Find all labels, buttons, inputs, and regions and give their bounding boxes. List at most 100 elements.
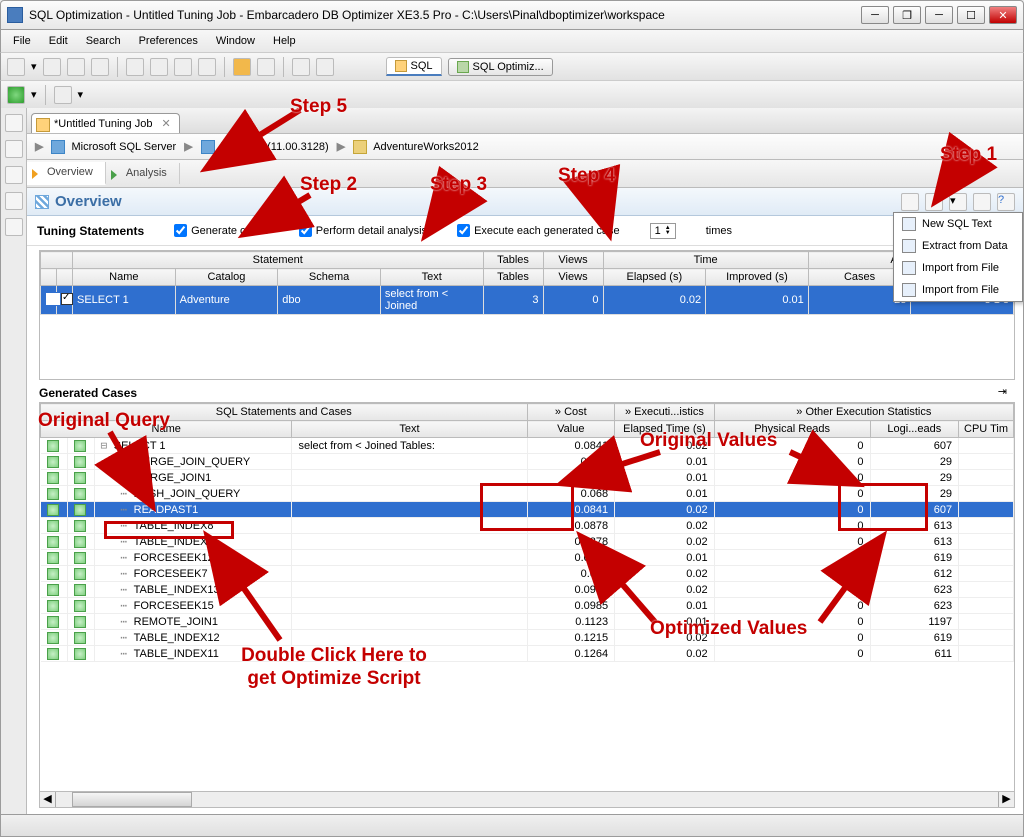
gth-elapsed[interactable]: Elapsed Time (s) [615, 421, 715, 438]
gen-row[interactable]: ⋯ HASH_JOIN_QUERY0.0680.01029 [41, 486, 1014, 502]
perspective-optimize-label: SQL Optimiz... [473, 61, 544, 73]
rail-btn-3[interactable] [5, 166, 23, 184]
th-views2[interactable]: Views [543, 269, 603, 286]
execute-case-input[interactable] [457, 224, 470, 237]
gth-name[interactable]: Name [41, 421, 292, 438]
tuning-row-1[interactable]: SELECT 1 Adventure dbo select from < Joi… [41, 286, 1014, 315]
execute-case-checkbox[interactable]: Execute each generated case [457, 224, 620, 237]
gen-row[interactable]: ⋯ MERGE_JOIN10.04510.01029 [41, 470, 1014, 486]
gth-logi[interactable]: Logi...eads [870, 421, 959, 438]
gen-row[interactable]: ⊟ SELECT 1select from < Joined Tables:0.… [41, 438, 1014, 454]
tool-h-button[interactable] [316, 58, 334, 76]
gen-row[interactable]: ⋯ READPAST10.08410.020607 [41, 502, 1014, 518]
spin-down[interactable]: ▼ [665, 231, 671, 236]
stop-button[interactable] [54, 86, 72, 104]
gth-other-exp[interactable]: » Other Execution Statistics [714, 404, 1013, 421]
gth-phys[interactable]: Physical Reads [714, 421, 870, 438]
collapse-icon[interactable]: ⇥ [998, 385, 1023, 398]
help-button[interactable]: ? [997, 193, 1015, 211]
gth-cpu[interactable]: CPU Tim [959, 421, 1014, 438]
gth-text[interactable]: Text [292, 421, 527, 438]
new-button[interactable] [7, 58, 25, 76]
minimize2-button[interactable]: ─ [925, 6, 953, 24]
tool-e-button[interactable] [233, 58, 251, 76]
menu-file[interactable]: File [5, 33, 39, 49]
gen-row[interactable]: ⋯ MERGE_JOIN_QUERY0.0440.01029 [41, 454, 1014, 470]
gen-row[interactable]: ⋯ FORCESEEK150.09850.010623 [41, 598, 1014, 614]
gth-cost-exp[interactable]: » Cost [527, 404, 615, 421]
gen-row[interactable]: ⋯ TABLE_INDEX120.12150.020619 [41, 630, 1014, 646]
rail-btn-4[interactable] [5, 192, 23, 210]
action-a-button[interactable] [901, 193, 919, 211]
th-tables[interactable]: Tables [483, 252, 543, 269]
times-spinner[interactable]: 1▲▼ [650, 223, 676, 239]
action-d-button[interactable] [973, 193, 991, 211]
rail-btn-2[interactable] [5, 140, 23, 158]
gen-row[interactable]: ⋯ FORCESEEK120.09640.010619 [41, 550, 1014, 566]
gth-exec-exp[interactable]: » Executi...istics [615, 404, 715, 421]
gen-row[interactable]: ⋯ TABLE_INDEX90.08780.020613 [41, 534, 1014, 550]
popup-item-extract[interactable]: Extract from Data [894, 235, 1022, 257]
th-views[interactable]: Views [543, 252, 603, 269]
detail-analysis-input[interactable] [299, 224, 312, 237]
th-tables2[interactable]: Tables [483, 269, 543, 286]
th-name[interactable]: Name [73, 269, 176, 286]
action-c-button[interactable]: ▾ [949, 193, 967, 211]
generate-cases-input[interactable] [174, 224, 187, 237]
gen-row[interactable]: ⋯ REMOTE_JOIN10.11230.0101197 [41, 614, 1014, 630]
restore-button[interactable]: ❐ [893, 6, 921, 24]
maximize-button[interactable]: ☐ [957, 6, 985, 24]
gen-row[interactable]: ⋯ TABLE_INDEX130.09810.020623 [41, 582, 1014, 598]
h-scrollbar[interactable]: ◀▶ [40, 791, 1014, 807]
tool-g-button[interactable] [292, 58, 310, 76]
action-b-button[interactable] [925, 193, 943, 211]
tool-f-button[interactable] [257, 58, 275, 76]
gth-value[interactable]: Value [527, 421, 615, 438]
gen-row[interactable]: ⋯ FORCESEEK70.0970.020612 [41, 566, 1014, 582]
menu-search[interactable]: Search [78, 33, 129, 49]
menu-help[interactable]: Help [265, 33, 304, 49]
subtab-analysis[interactable]: Analysis [106, 163, 180, 184]
menu-preferences[interactable]: Preferences [131, 33, 206, 49]
perspective-optimize-tab[interactable]: SQL Optimiz... [448, 58, 553, 76]
th-text[interactable]: Text [380, 269, 483, 286]
run-button[interactable] [7, 86, 25, 104]
gen-row[interactable]: ⋯ TABLE_INDEX80.08780.020613 [41, 518, 1014, 534]
print-button[interactable] [91, 58, 109, 76]
th-improved[interactable]: Improved (s) [706, 269, 809, 286]
detail-analysis-checkbox[interactable]: Perform detail analysis [299, 224, 427, 237]
menu-window[interactable]: Window [208, 33, 263, 49]
popup-item-import2[interactable]: Import from File [894, 279, 1022, 301]
row-check-icon[interactable] [61, 293, 73, 305]
perspective-sql-tab[interactable]: SQL [386, 57, 442, 76]
popup-item-import1[interactable]: Import from File [894, 257, 1022, 279]
th-catalog[interactable]: Catalog [175, 269, 278, 286]
gen-cell-text [292, 454, 527, 470]
minimize-button[interactable]: ─ [861, 6, 889, 24]
th-elapsed[interactable]: Elapsed (s) [603, 269, 706, 286]
close-button[interactable]: ✕ [989, 6, 1017, 24]
close-tab-icon[interactable]: ✕ [162, 118, 171, 130]
th-group-statement[interactable]: Statement [73, 252, 484, 269]
tool-a-button[interactable] [126, 58, 144, 76]
generate-cases-checkbox[interactable]: Generate cases [174, 224, 269, 237]
tool-c-button[interactable] [174, 58, 192, 76]
th-group-time[interactable]: Time [603, 252, 808, 269]
breadcrumb-server[interactable]: Microsoft SQL Server [71, 141, 176, 153]
saveall-button[interactable] [67, 58, 85, 76]
rail-btn-1[interactable] [5, 114, 23, 132]
rail-btn-5[interactable] [5, 218, 23, 236]
breadcrumb-db[interactable]: AdventureWorks2012 [373, 141, 479, 153]
gen-row[interactable]: ⋯ TABLE_INDEX110.12640.020611 [41, 646, 1014, 662]
save-button[interactable] [43, 58, 61, 76]
popup-item-new-sql[interactable]: New SQL Text [894, 213, 1022, 235]
breadcrumb-host[interactable]: localhost (11.00.3128) [221, 141, 329, 153]
subtab-overview[interactable]: Overview [27, 162, 106, 185]
menu-edit[interactable]: Edit [41, 33, 76, 49]
th-schema[interactable]: Schema [278, 269, 381, 286]
tool-d-button[interactable] [198, 58, 216, 76]
tool-b-button[interactable] [150, 58, 168, 76]
gen-cell-phys: 0 [714, 502, 870, 518]
gth-sc[interactable]: SQL Statements and Cases [41, 404, 528, 421]
editor-tab[interactable]: *Untitled Tuning Job ✕ [31, 113, 180, 133]
